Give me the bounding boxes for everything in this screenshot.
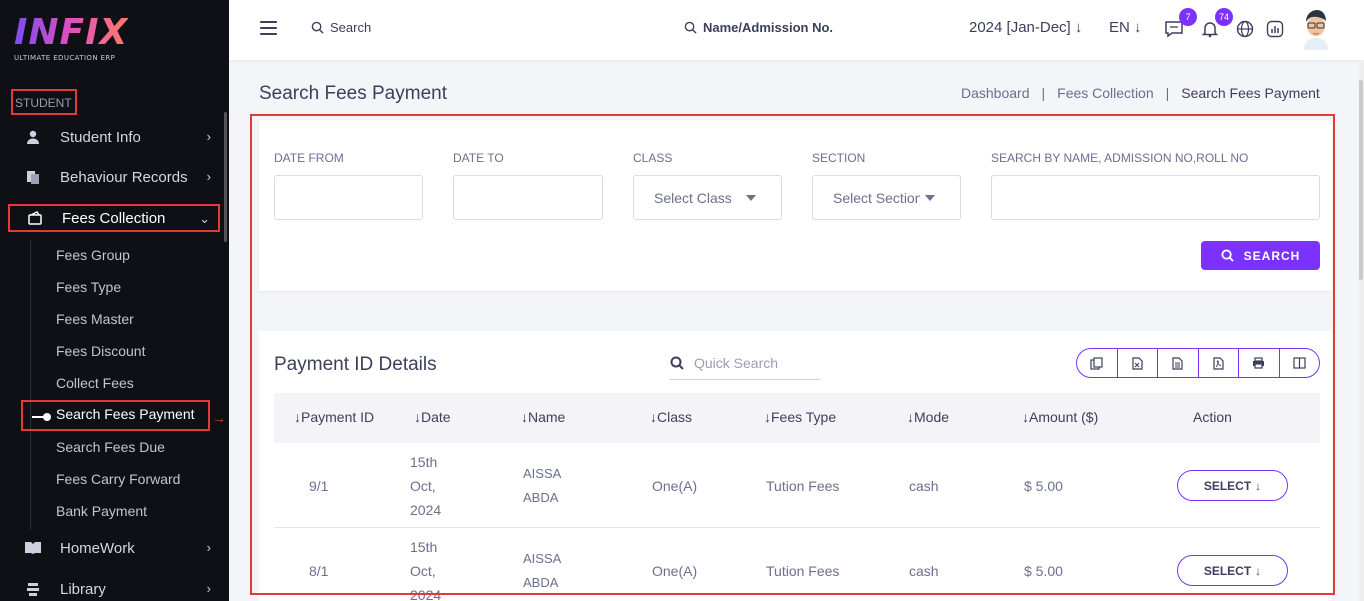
submenu-item-label: Search Fees Payment [56,406,195,422]
chart-icon [1266,20,1284,38]
admission-search-label: Name/Admission No. [703,20,834,35]
search-icon [684,21,697,34]
breadcrumb-fees-collection[interactable]: Fees Collection [1057,85,1154,101]
chevron-right-icon: › [206,129,211,144]
notification-count-badge: 74 [1215,8,1233,26]
documents-icon [24,168,42,186]
session-selector[interactable]: 2024 [Jan-Dec] ↓ [969,19,1082,36]
breadcrumb-separator: | [1165,85,1170,101]
sidebar-item-label: Behaviour Records [60,168,188,186]
reports-button[interactable] [1264,18,1286,40]
top-search[interactable]: Search [311,20,371,35]
messages-button[interactable]: 7 [1163,8,1197,40]
submenu-item-fees-carry-forward[interactable]: Fees Carry Forward [56,468,180,490]
section-label: STUDENT [11,89,77,115]
website-button[interactable] [1234,18,1256,40]
sidebar-item-label: Library [60,580,106,598]
page-title: Search Fees Payment [259,83,447,104]
chevron-right-icon: › [206,169,211,184]
sidebar-item-homework[interactable]: HomeWork › [24,533,219,563]
sidebar-item-label: Fees Collection [62,209,166,227]
highlight-frame [250,114,1335,595]
hamburger-menu-icon[interactable] [260,21,277,35]
language-value: EN [1109,19,1130,36]
library-icon [24,580,42,598]
submenu-item-fees-master[interactable]: Fees Master [56,308,134,330]
notifications-button[interactable]: 74 [1199,8,1233,40]
sidebar-item-student-info[interactable]: Student Info › [24,122,219,152]
logo-tagline: ULTIMATE EDUCATION ERP [14,54,116,62]
submenu-item-bank-payment[interactable]: Bank Payment [56,500,147,522]
user-icon [24,128,42,146]
search-icon [311,21,324,34]
message-count-badge: 7 [1179,8,1197,26]
pointer-arrow-icon: → [212,410,226,426]
sidebar-item-label: HomeWork [60,539,135,557]
logo-text: INFIX [14,12,129,53]
session-value: 2024 [Jan-Dec] [969,19,1071,36]
admission-search[interactable]: Name/Admission No. [684,20,833,35]
submenu-item-fees-group[interactable]: Fees Group [56,244,130,266]
breadcrumb-dashboard[interactable]: Dashboard [961,85,1030,101]
chevron-right-icon: › [206,540,211,555]
avatar[interactable] [1300,8,1332,50]
arrow-down-icon: ↓ [1074,19,1083,36]
language-selector[interactable]: EN ↓ [1109,19,1142,36]
submenu-item-search-fees-payment[interactable]: Search Fees Payment [21,400,210,431]
submenu-item-search-fees-due[interactable]: Search Fees Due [56,436,165,458]
active-indicator-dot [43,413,51,421]
sidebar-scrollbar[interactable] [224,112,227,242]
sidebar-item-fees-collection[interactable]: Fees Collection ⌄ [8,204,220,232]
breadcrumb: Dashboard | Fees Collection | Search Fee… [961,85,1320,101]
breadcrumb-separator: | [1041,85,1046,101]
sidebar: INFIX ULTIMATE EDUCATION ERP STUDENT Stu… [0,0,229,601]
submenu-item-fees-type[interactable]: Fees Type [56,276,121,298]
submenu-item-fees-discount[interactable]: Fees Discount [56,340,145,362]
page-scrollbar[interactable] [1359,60,1364,601]
top-search-label: Search [330,20,372,35]
submenu-item-collect-fees[interactable]: Collect Fees [56,372,134,394]
logo[interactable]: INFIX ULTIMATE EDUCATION ERP [14,12,129,63]
chevron-down-icon: ⌄ [199,211,210,226]
globe-icon [1236,20,1254,38]
chevron-right-icon: › [206,581,211,596]
breadcrumb-current: Search Fees Payment [1181,85,1320,101]
submenu-line [30,240,31,530]
arrow-down-icon: ↓ [1134,19,1142,36]
sidebar-item-behaviour-records[interactable]: Behaviour Records › [24,162,219,192]
topbar: Search Name/Admission No. 2024 [Jan-Dec]… [229,0,1364,60]
sidebar-item-label: Student Info [60,128,141,146]
book-icon [24,539,42,557]
wallet-icon [26,209,44,227]
sidebar-item-library[interactable]: Library › [24,574,219,601]
